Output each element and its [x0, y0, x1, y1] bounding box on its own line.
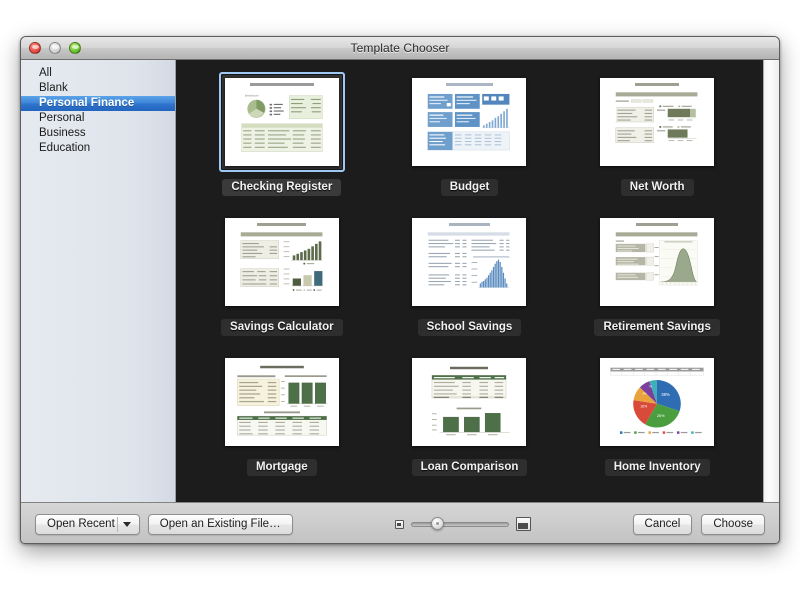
- sidebar-item-blank[interactable]: Blank: [21, 81, 175, 96]
- template-item-retirement-savings[interactable]: Retirement Savings: [563, 210, 751, 350]
- thumbnail-art-curve-bars: [428, 232, 510, 288]
- zoom-button[interactable]: [69, 42, 81, 54]
- svg-text:26%: 26%: [657, 414, 665, 418]
- window-titlebar: Template Chooser: [21, 37, 779, 60]
- template-thumbnail-checking-register: Breakdown: [224, 78, 339, 166]
- open-existing-file-label: Open an Existing File…: [159, 518, 281, 530]
- template-label: Net Worth: [620, 179, 694, 196]
- open-recent-button[interactable]: Open Recent: [35, 513, 140, 535]
- thumbnail-art-pie-legend: 38% 26% 16% 9% 7%: [610, 367, 704, 434]
- sidebar-item-all[interactable]: All: [21, 66, 175, 81]
- thumbnail-art-hbars: [615, 92, 698, 143]
- template-thumbnail-retirement-savings: [600, 218, 715, 306]
- choose-label: Choose: [713, 518, 753, 530]
- template-thumbnail-budget: [412, 78, 527, 166]
- template-item-budget[interactable]: Budget: [376, 70, 564, 210]
- template-thumbnail-loan-comparison: [412, 358, 527, 446]
- template-item-savings-calculator[interactable]: Savings Calculator: [188, 210, 376, 350]
- thumbnail-art-bars-compare: [240, 232, 324, 291]
- template-thumbnail-home-inventory: 38% 26% 16% 9% 7%: [600, 358, 715, 446]
- thumbnail-size-slider[interactable]: [410, 516, 509, 530]
- sidebar-item-personal-finance[interactable]: Personal Finance: [21, 96, 175, 111]
- slider-knob[interactable]: [430, 516, 444, 530]
- template-item-loan-comparison[interactable]: Loan Comparison: [376, 350, 564, 490]
- template-thumbnail-net-worth: [600, 78, 715, 166]
- popup-separator: [116, 516, 118, 532]
- cancel-button[interactable]: Cancel: [632, 513, 693, 535]
- template-item-checking-register[interactable]: Breakdown Checking Register: [188, 70, 376, 210]
- dialog-action-buttons: Cancel Choose: [632, 513, 765, 535]
- large-thumbnail-icon[interactable]: [515, 517, 531, 531]
- template-thumbnail-school-savings: [412, 218, 527, 306]
- sidebar-item-business[interactable]: Business: [21, 126, 175, 141]
- svg-text:Breakdown: Breakdown: [245, 93, 259, 97]
- template-thumbnail-frame: [406, 212, 532, 312]
- template-label: Checking Register: [222, 179, 342, 196]
- category-sidebar: All Blank Personal Finance Personal Busi…: [21, 60, 176, 502]
- template-item-school-savings[interactable]: School Savings: [376, 210, 564, 350]
- thumbnail-size-slider-group: [394, 516, 531, 531]
- template-thumbnail-frame: [594, 212, 720, 312]
- sidebar-item-education[interactable]: Education: [21, 141, 175, 156]
- template-label: Home Inventory: [604, 459, 710, 476]
- vertical-scrollbar[interactable]: [763, 60, 779, 502]
- template-label: School Savings: [417, 319, 522, 336]
- close-button[interactable]: [29, 42, 41, 54]
- template-item-net-worth[interactable]: Net Worth: [563, 70, 751, 210]
- template-thumbnail-frame: [406, 352, 532, 452]
- template-item-home-inventory[interactable]: 38% 26% 16% 9% 7% Home Inventory: [563, 350, 751, 490]
- thumbnail-art-table-three-bars: [432, 366, 511, 436]
- template-thumbnail-frame: Breakdown: [218, 72, 345, 172]
- template-thumbnail-frame: [406, 72, 532, 172]
- template-label: Loan Comparison: [411, 459, 528, 476]
- svg-text:16%: 16%: [640, 405, 647, 409]
- template-label: Savings Calculator: [221, 319, 343, 336]
- template-label: Retirement Savings: [594, 319, 720, 336]
- template-item-mortgage[interactable]: Mortgage: [188, 350, 376, 490]
- svg-text:9%: 9%: [643, 391, 648, 395]
- template-grid-area: Breakdown Checking Register Budget Net W…: [176, 60, 763, 502]
- template-thumbnail-savings-calculator: [224, 218, 339, 306]
- window-title: Template Chooser: [350, 41, 450, 55]
- bottom-toolbar: Open Recent Open an Existing File… Cance…: [21, 502, 779, 543]
- cancel-label: Cancel: [644, 518, 681, 530]
- template-thumbnail-frame: 38% 26% 16% 9% 7%: [594, 352, 720, 452]
- minimize-button[interactable]: [49, 42, 61, 54]
- template-thumbnail-frame: [594, 72, 720, 172]
- small-thumbnail-icon[interactable]: [394, 519, 404, 529]
- template-thumbnail-frame: [219, 212, 345, 312]
- template-label: Budget: [440, 179, 499, 196]
- template-thumbnail-frame: [219, 352, 345, 452]
- svg-text:38%: 38%: [661, 392, 670, 397]
- open-recent-label: Open Recent: [47, 518, 115, 530]
- thumbnail-art-panels-bars: [428, 93, 511, 151]
- template-chooser-window: Template Chooser All Blank Personal Fina…: [20, 36, 780, 544]
- window-controls: [29, 42, 81, 54]
- choose-button[interactable]: Choose: [701, 513, 765, 535]
- sidebar-item-personal[interactable]: Personal: [21, 111, 175, 126]
- window-body: All Blank Personal Finance Personal Busi…: [21, 60, 779, 502]
- template-label: Mortgage: [246, 459, 317, 476]
- chevron-down-icon: [122, 522, 131, 527]
- thumbnail-art-area-curve: [615, 232, 698, 286]
- thumbnail-art-pie-table: Breakdown: [241, 93, 323, 152]
- template-thumbnail-mortgage: [224, 358, 339, 446]
- template-grid: Breakdown Checking Register Budget Net W…: [176, 60, 763, 490]
- open-existing-file-button[interactable]: Open an Existing File…: [147, 513, 293, 535]
- thumbnail-art-three-bars-table: [236, 365, 328, 436]
